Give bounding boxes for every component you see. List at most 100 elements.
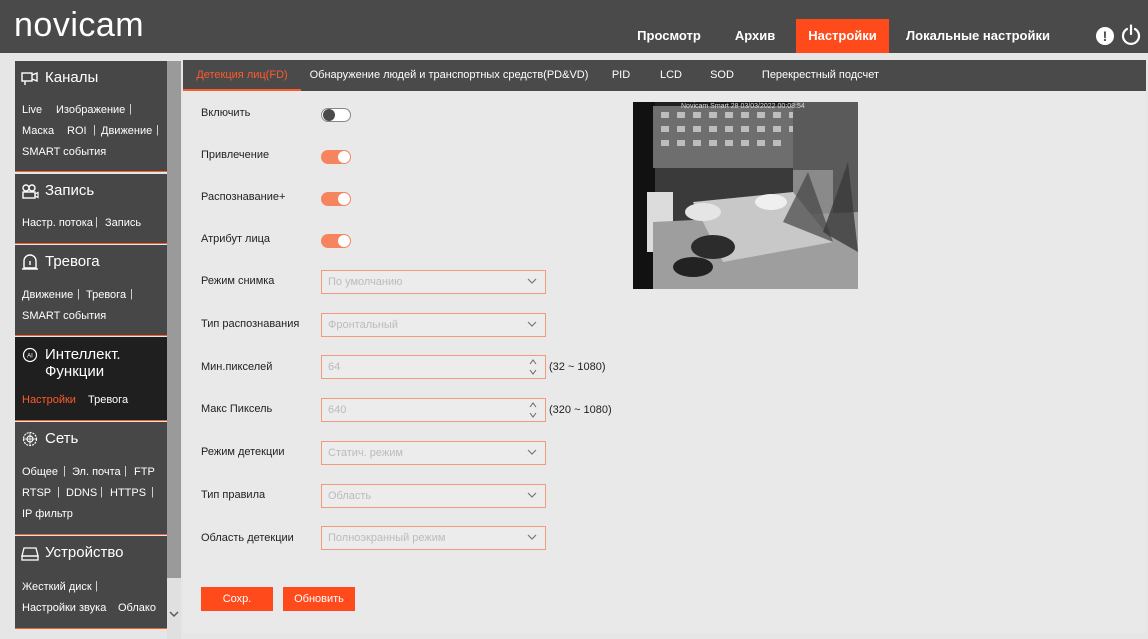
- chevron-up-icon[interactable]: [529, 401, 537, 409]
- network-icon: [22, 431, 38, 447]
- sidebar-item-ddns[interactable]: DDNS: [66, 487, 97, 499]
- section-divider: [15, 243, 167, 244]
- nav-tab-archive[interactable]: Архив: [725, 19, 785, 53]
- tab-face-detection[interactable]: Детекция лиц(FD): [183, 60, 301, 91]
- scrollbar-thumb[interactable]: [167, 61, 181, 578]
- sidebar-item-smart-settings[interactable]: Настройки: [22, 394, 76, 406]
- chevron-down-icon: [527, 321, 537, 327]
- attraction-label: Привлечение: [201, 149, 270, 161]
- min-pixels-input[interactable]: 64: [321, 355, 546, 379]
- section-divider: [15, 534, 167, 535]
- chevron-up-icon[interactable]: [529, 358, 537, 366]
- max-pixels-input[interactable]: 640: [321, 398, 546, 422]
- nav-tab-view[interactable]: Просмотр: [628, 19, 710, 53]
- recognition-plus-toggle[interactable]: [321, 192, 351, 206]
- sidebar-section-header[interactable]: Устройство: [15, 536, 167, 568]
- sidebar-item-image[interactable]: Изображение: [56, 104, 125, 116]
- refresh-button[interactable]: Обновить: [283, 587, 355, 611]
- separator: |: [100, 486, 103, 498]
- tab-cross-count[interactable]: Перекрестный подсчет: [758, 60, 883, 91]
- toggle-knob: [338, 151, 350, 163]
- logo: novicam: [14, 6, 145, 44]
- detection-area-value: Полноэкранный режим: [328, 532, 446, 544]
- face-attribute-label: Атрибут лица: [201, 233, 271, 245]
- chevron-down-icon: [527, 278, 537, 284]
- feature-tabbar: Детекция лиц(FD) Обнаружение людей и тра…: [183, 60, 1146, 91]
- svg-text:AI: AI: [27, 354, 33, 360]
- sidebar-section-header[interactable]: Тревога: [15, 245, 167, 277]
- sidebar-section-title: Тревога: [45, 253, 100, 270]
- sidebar-section-network: Сеть Общее | Эл. почта | FTP RTSP | DDNS…: [15, 422, 167, 535]
- chevron-down-icon: [527, 492, 537, 498]
- sidebar-item-smart-alarm[interactable]: Тревога: [88, 394, 128, 406]
- sidebar-item-recording[interactable]: Запись: [105, 217, 141, 229]
- separator: |: [93, 124, 96, 136]
- chevron-down-icon[interactable]: [529, 368, 537, 376]
- sidebar-section-header[interactable]: Запись: [15, 174, 167, 206]
- rule-type-select[interactable]: Область: [321, 484, 546, 508]
- sidebar-section-title: Запись: [45, 182, 95, 199]
- sidebar-item-email[interactable]: Эл. почта: [72, 466, 121, 478]
- power-icon[interactable]: [1121, 24, 1141, 46]
- tab-pid[interactable]: PID: [605, 60, 637, 91]
- sidebar-section-header[interactable]: AI Интеллект. Функции: [15, 337, 167, 380]
- recognition-type-select[interactable]: Фронтальный: [321, 313, 546, 337]
- detection-mode-select[interactable]: Статич. режим: [321, 441, 546, 465]
- separator: |: [57, 486, 60, 498]
- ai-icon: AI: [22, 347, 38, 363]
- sidebar-item-rtsp[interactable]: RTSP: [22, 487, 51, 499]
- tab-lcd[interactable]: LCD: [653, 60, 689, 91]
- attraction-toggle[interactable]: [321, 150, 351, 164]
- sidebar-item-alarm-motion[interactable]: Движение: [22, 289, 73, 301]
- sidebar-item-alarm-smart-events[interactable]: SMART события: [22, 310, 106, 322]
- snapshot-mode-value: По умолчанию: [328, 276, 403, 288]
- tab-sod[interactable]: SOD: [704, 60, 740, 91]
- sidebar-item-mask[interactable]: Маска: [22, 125, 54, 137]
- sidebar-item-audio-settings[interactable]: Настройки звука: [22, 602, 106, 614]
- sidebar-item-cloud[interactable]: Облако: [118, 602, 156, 614]
- sidebar-item-ip-filter[interactable]: IP фильтр: [22, 508, 73, 520]
- toggle-knob: [338, 193, 350, 205]
- detection-area-select[interactable]: Полноэкранный режим: [321, 526, 546, 550]
- snapshot-mode-select[interactable]: По умолчанию: [321, 270, 546, 294]
- chevron-down-icon[interactable]: [529, 411, 537, 419]
- alarm-icon: [22, 254, 38, 270]
- sidebar-item-live[interactable]: Live: [22, 104, 42, 116]
- sidebar-item-roi[interactable]: ROI: [67, 125, 87, 137]
- chevron-down-icon: [527, 534, 537, 540]
- sidebar-section-header[interactable]: Сеть: [15, 422, 167, 454]
- save-button[interactable]: Сохр.: [201, 587, 273, 611]
- enable-toggle[interactable]: [321, 108, 351, 122]
- sidebar-item-https[interactable]: HTTPS: [110, 487, 146, 499]
- sidebar-item-smart-events[interactable]: SMART события: [22, 146, 106, 158]
- sidebar-item-motion[interactable]: Движение: [101, 125, 152, 137]
- sidebar-item-hdd[interactable]: Жесткий диск: [22, 581, 92, 593]
- main-content: Детекция лиц(FD) Обнаружение людей и тра…: [183, 60, 1146, 633]
- separator: |: [156, 124, 159, 136]
- toggle-knob: [338, 235, 350, 247]
- min-pixels-value: 64: [328, 361, 341, 373]
- sidebar-section-header[interactable]: Каналы: [15, 61, 167, 93]
- face-attribute-toggle[interactable]: [321, 234, 351, 248]
- camera-preview[interactable]: Novicam Smart 28 03/03/2022 00:08:54: [633, 102, 858, 289]
- sidebar-section-title-line1: Интеллект.: [45, 346, 121, 363]
- sidebar-item-ftp[interactable]: FTP: [134, 466, 155, 478]
- max-pixels-range: (320 ~ 1080): [549, 404, 612, 416]
- chevron-down-icon[interactable]: [168, 608, 180, 620]
- alert-icon[interactable]: !: [1096, 27, 1114, 45]
- snapshot-mode-label: Режим снимка: [201, 275, 275, 287]
- detection-mode-label: Режим детекции: [201, 446, 285, 458]
- sidebar-section-title: Каналы: [45, 69, 99, 86]
- sidebar-section-smart-functions: AI Интеллект. Функции Настройки Тревога: [15, 337, 167, 421]
- separator: |: [77, 288, 80, 300]
- max-pixels-value: 640: [328, 404, 347, 416]
- nav-tab-local-settings[interactable]: Локальные настройки: [903, 19, 1053, 53]
- preview-timestamp: Novicam Smart 28 03/03/2022 00:08:54: [681, 103, 805, 110]
- tab-pd-vd[interactable]: Обнаружение людей и транспортных средств…: [308, 60, 590, 91]
- sidebar-section-channels: Каналы Live Изображение | Маска ROI | Дв…: [15, 61, 167, 172]
- sidebar-item-alarm[interactable]: Тревога: [86, 289, 126, 301]
- section-divider: [15, 420, 167, 421]
- nav-tab-settings[interactable]: Настройки: [796, 19, 889, 53]
- sidebar-item-stream-settings[interactable]: Настр. потока: [22, 217, 93, 229]
- sidebar-item-general[interactable]: Общее: [22, 466, 58, 478]
